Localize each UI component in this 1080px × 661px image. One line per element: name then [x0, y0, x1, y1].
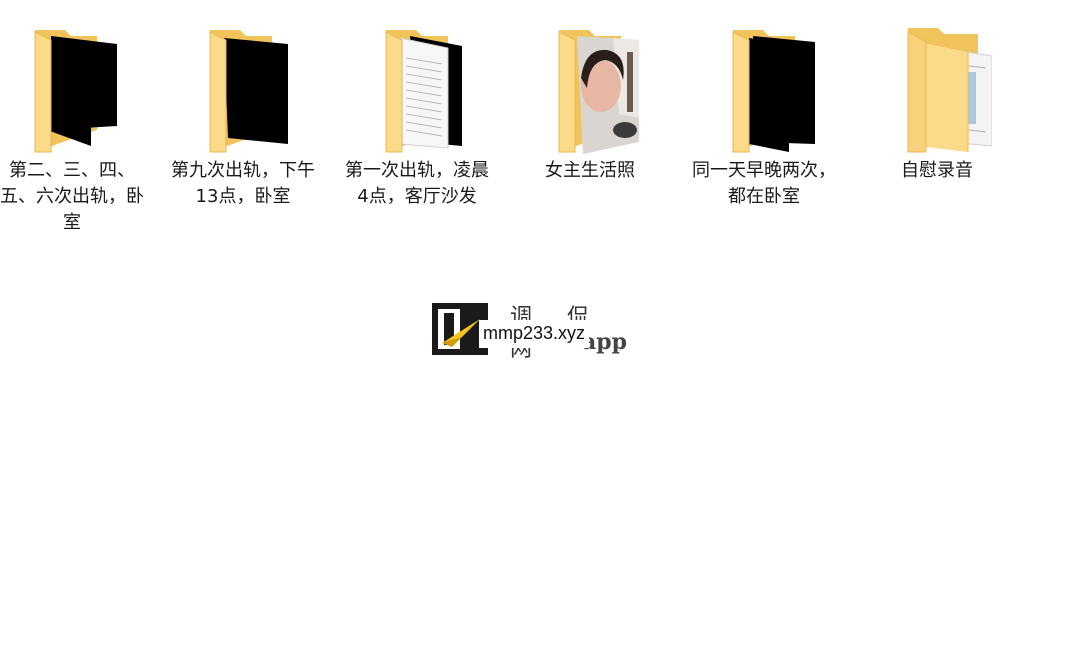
folder-label: 同一天早晚两次，都在卧室	[692, 160, 836, 207]
folder-label: 第九次出轨，下午13点，卧室	[171, 160, 315, 207]
watermark-url-text: mmp233.xyz	[479, 320, 590, 348]
folder-photo-icon	[558, 30, 639, 154]
folder-item[interactable]: 自慰录音	[862, 18, 1012, 184]
folder-label: 女主生活照	[545, 160, 635, 181]
folder-document-icon	[385, 30, 462, 153]
folder-item[interactable]: 女主生活照	[515, 18, 665, 184]
folder-item[interactable]: 第一次出轨，凌晨4点，客厅沙发	[342, 18, 492, 210]
folder-document-icon	[907, 28, 992, 153]
folder-dark-icon	[732, 30, 815, 153]
folder-item[interactable]: 同一天早晚两次，都在卧室	[689, 18, 839, 210]
folder-item[interactable]: 第九次出轨，下午13点，卧室	[168, 18, 318, 210]
folder-label: 第二、三、四、五、六次出轨，卧室	[0, 160, 144, 233]
folder-item[interactable]: 第二、三、四、五、六次出轨，卧室	[0, 18, 147, 236]
folder-label: 自慰录音	[901, 160, 973, 181]
folder-label: 第一次出轨，凌晨4点，客厅沙发	[345, 160, 489, 207]
folder-dark-icon	[209, 30, 288, 153]
watermark: 调 侃 网 app mmp233.xyz	[432, 301, 642, 362]
folder-dark-icon	[34, 30, 117, 153]
desktop: 第二、三、四、五、六次出轨，卧室 第九次出轨，下午13点，卧室 第一次出轨，凌晨…	[0, 0, 1080, 661]
